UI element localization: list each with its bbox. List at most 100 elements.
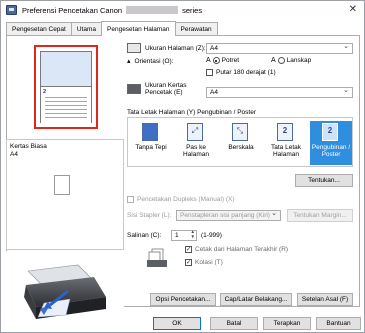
copies-spinner-icon[interactable]: ▲ ▼ — [191, 229, 195, 239]
layout-tiling-poster-label: Pengubinan / Poster — [311, 144, 351, 158]
portrait-page-icon: A — [206, 57, 211, 64]
preview-page-top — [41, 52, 91, 87]
scaled-icon: ⤡ — [232, 123, 248, 141]
tab-maintenance[interactable]: Perawatan — [174, 22, 218, 36]
landscape-option[interactable]: A Lanskap — [271, 57, 311, 64]
preview-text-line — [45, 105, 87, 106]
redacted-model-name — [126, 5, 179, 14]
stapling-side-select[interactable]: Penstapleran sisi panjang (Kiri) — [176, 209, 281, 221]
copies-range-text: (1-999) — [201, 232, 222, 239]
cancel-button[interactable]: Batal — [210, 317, 258, 330]
preview-page-bottom: 2 — [41, 88, 91, 123]
layout-preview-highlight: 2 — [34, 45, 98, 129]
duplex-checkbox[interactable] — [127, 196, 134, 203]
defaults-button[interactable]: Setelan Asal (F) — [297, 293, 353, 306]
layout-scaled[interactable]: ⤡ Berskala — [220, 121, 262, 165]
window-title-prefix: Preferensi Pencetakan Canon — [22, 5, 123, 15]
layout-fit-to-page-label: Pas ke Halaman — [182, 144, 209, 158]
printer-app-icon — [6, 5, 17, 15]
specify-margin-button[interactable]: Tentukan Margin... — [287, 209, 353, 222]
copies-label: Salinan (C): — [127, 232, 162, 239]
portrait-radio[interactable] — [212, 57, 220, 64]
layout-borderless-label: Tanpa Tepi — [135, 144, 167, 151]
landscape-label: Lanskap — [286, 57, 312, 64]
print-last-page-checkbox[interactable] — [185, 245, 192, 253]
preview-text-line — [45, 101, 87, 102]
orientation-label: Orientasi (O): — [134, 57, 174, 65]
layout-page-layout[interactable]: 2 Tata Letak Halaman — [265, 121, 307, 165]
paper-size-value: A4 — [210, 89, 218, 96]
ok-button[interactable]: OK — [153, 317, 201, 330]
preview-text-line — [45, 113, 87, 114]
portrait-label: Potret — [221, 57, 240, 64]
media-type: Kertas Biasa — [10, 143, 47, 150]
print-last-page-option[interactable]: Cetak dari Halaman Terakhir (R) — [185, 245, 289, 253]
rotate-label: Putar 180 derajat (1) — [216, 69, 276, 76]
tab-quick-setup[interactable]: Pengesetan Cepat — [6, 22, 72, 36]
specify-button[interactable]: Tentukan... — [295, 174, 353, 187]
copies-row: Salinan (C): — [127, 232, 161, 239]
layout-page-layout-label: Tata Letak Halaman — [271, 144, 301, 158]
help-button[interactable]: Bantuan — [316, 317, 361, 330]
duplex-label: Pencetakan Dupleks (Manual) (X) — [137, 196, 235, 203]
paper-size-label: Ukuran Kertas Pencetak (E) — [145, 82, 187, 96]
fit-to-page-icon: ⤢ — [187, 123, 203, 141]
duplex-option[interactable]: Pencetakan Dupleks (Manual) (X) — [127, 196, 235, 203]
printer-icon — [24, 264, 106, 319]
media-info-box: Kertas Biasa A4 — [6, 139, 124, 250]
collate-label: Kolasi (T) — [195, 259, 223, 266]
tab-bar: Pengesetan Cepat Utama Pengesetan Halama… — [6, 21, 218, 36]
page-size-row: Ukuran Halaman (Z): — [127, 43, 206, 53]
page-size-icon — [127, 43, 141, 53]
stamp-background-button[interactable]: Cap/Latar Belakang... — [220, 293, 292, 306]
borderless-icon — [142, 123, 158, 141]
tab-page-setup[interactable]: Pengesetan Halaman — [101, 21, 176, 36]
rotate-checkbox[interactable] — [206, 69, 213, 76]
stapling-side-row: Sisi Stapler (L): — [127, 212, 171, 219]
copies-stack-icon — [147, 248, 167, 267]
page-size-select[interactable]: A4 — [206, 42, 353, 54]
layout-tiling-poster[interactable]: 2 Pengubinan / Poster — [310, 121, 352, 165]
stapling-side-label: Sisi Stapler (L): — [127, 212, 172, 219]
print-last-page-label: Cetak dari Halaman Terakhir (R) — [195, 246, 289, 253]
page-layout-icon: 2 — [277, 123, 293, 141]
printer-preferences-window: Preferensi Pencetakan Canon series ✕ Peng… — [0, 0, 365, 333]
layout-scaled-label: Berskala — [228, 144, 254, 151]
layout-group-label: Tata Letak Halaman (Y) Pengubinan / Post… — [127, 109, 256, 116]
copies-input[interactable]: 1 ▲ ▼ — [171, 229, 197, 241]
page-size-label: Ukuran Halaman (Z): — [145, 44, 206, 52]
paper-sheet-icon — [54, 175, 70, 195]
print-options-button[interactable]: Opsi Pencetakan... — [150, 293, 216, 306]
stapling-side-value: Penstapleran sisi panjang (Kiri) — [180, 212, 270, 219]
preview-text-line — [45, 117, 87, 118]
tab-main[interactable]: Utama — [70, 22, 103, 36]
collate-option[interactable]: Kolasi (T) — [185, 258, 223, 266]
printer-illustration — [6, 251, 124, 329]
media-size: A4 — [10, 151, 18, 158]
landscape-page-icon: A — [271, 57, 276, 64]
title-bar: Preferensi Pencetakan Canon series ✕ — [1, 1, 364, 19]
tiling-poster-icon: 2 — [322, 123, 338, 141]
paper-size-select[interactable]: A4 — [206, 86, 353, 98]
preview-text-line — [45, 109, 87, 110]
landscape-radio[interactable] — [277, 57, 285, 64]
apply-button[interactable]: Terapkan — [263, 317, 311, 330]
preview-text-line — [45, 97, 87, 98]
layout-preview: 2 — [40, 51, 92, 123]
media-label: Kertas Biasa A4 — [10, 143, 47, 159]
collate-checkbox[interactable] — [185, 258, 192, 266]
layout-options: Tanpa Tepi ⤢ Pas ke Halaman ⤡ Berskala 2 … — [127, 117, 353, 167]
window-title-suffix: series — [182, 5, 203, 15]
rotate-option[interactable]: Putar 180 derajat (1) — [206, 69, 276, 76]
layout-borderless[interactable]: Tanpa Tepi — [130, 121, 172, 165]
orientation-row: ▴ Orientasi (O): — [127, 57, 174, 66]
copies-value: 1 — [175, 232, 179, 239]
paper-size-row: Ukuran Kertas Pencetak (E) — [127, 82, 201, 96]
window-title: Preferensi Pencetakan Canon series — [22, 5, 203, 15]
portrait-option[interactable]: A Potret — [206, 57, 239, 64]
copies-range: (1-999) — [201, 232, 222, 239]
preview-page-number: 2 — [43, 89, 47, 95]
layout-fit-to-page[interactable]: ⤢ Pas ke Halaman — [175, 121, 217, 165]
close-icon[interactable]: ✕ — [349, 4, 357, 15]
page-size-value: A4 — [210, 45, 218, 52]
